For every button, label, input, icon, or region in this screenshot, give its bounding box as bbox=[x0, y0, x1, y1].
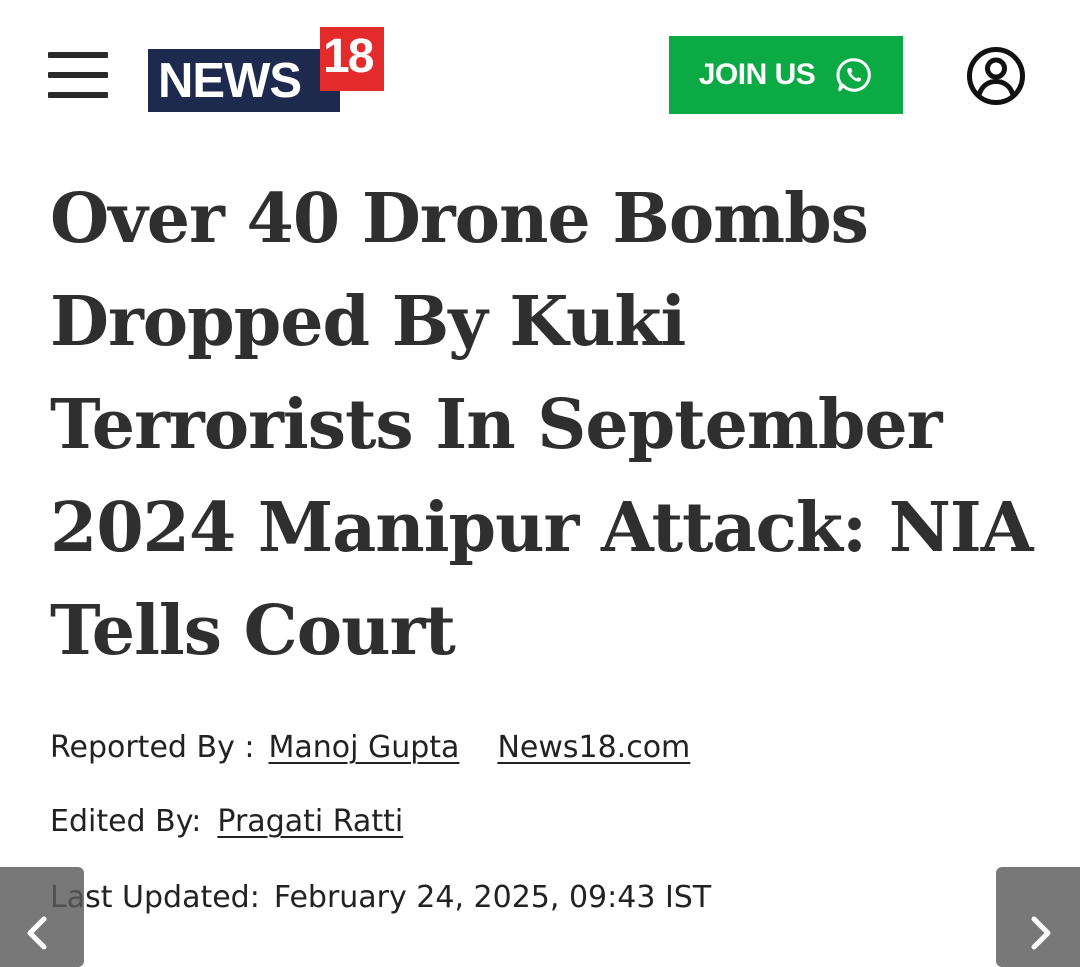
source-link[interactable]: News18.com bbox=[497, 730, 690, 765]
user-account-icon[interactable] bbox=[966, 46, 1026, 106]
join-us-label: JOIN US bbox=[698, 58, 816, 91]
join-us-button[interactable]: JOIN US bbox=[669, 36, 903, 114]
chevron-left-icon bbox=[27, 916, 47, 950]
reported-by-label: Reported By : bbox=[50, 730, 255, 765]
edited-by-label: Edited By: bbox=[50, 804, 202, 839]
byline: Reported By : Manoj Gupta News18.com bbox=[50, 730, 690, 766]
next-article-button[interactable] bbox=[996, 867, 1080, 967]
logo-badge: 18 bbox=[323, 30, 374, 83]
logo-text: NEWS bbox=[158, 54, 302, 108]
site-header: NEWS 18 JOIN US bbox=[0, 0, 1080, 150]
editor-line: Edited By: Pragati Ratti bbox=[50, 804, 403, 840]
article-headline: Over 40 Drone Bombs Dropped By Kuki Terr… bbox=[50, 179, 1034, 671]
whatsapp-icon bbox=[836, 58, 872, 92]
last-updated-line: Last Updated: February 24, 2025, 09:43 IS… bbox=[50, 880, 711, 916]
previous-article-button[interactable] bbox=[0, 867, 84, 967]
hamburger-menu-icon[interactable] bbox=[48, 52, 108, 98]
editor-link[interactable]: Pragati Ratti bbox=[217, 804, 403, 839]
news18-logo[interactable]: NEWS 18 bbox=[148, 27, 388, 115]
author-link[interactable]: Manoj Gupta bbox=[268, 730, 459, 765]
chevron-right-icon bbox=[1031, 916, 1051, 950]
last-updated-timestamp: February 24, 2025, 09:43 IST bbox=[273, 880, 712, 915]
